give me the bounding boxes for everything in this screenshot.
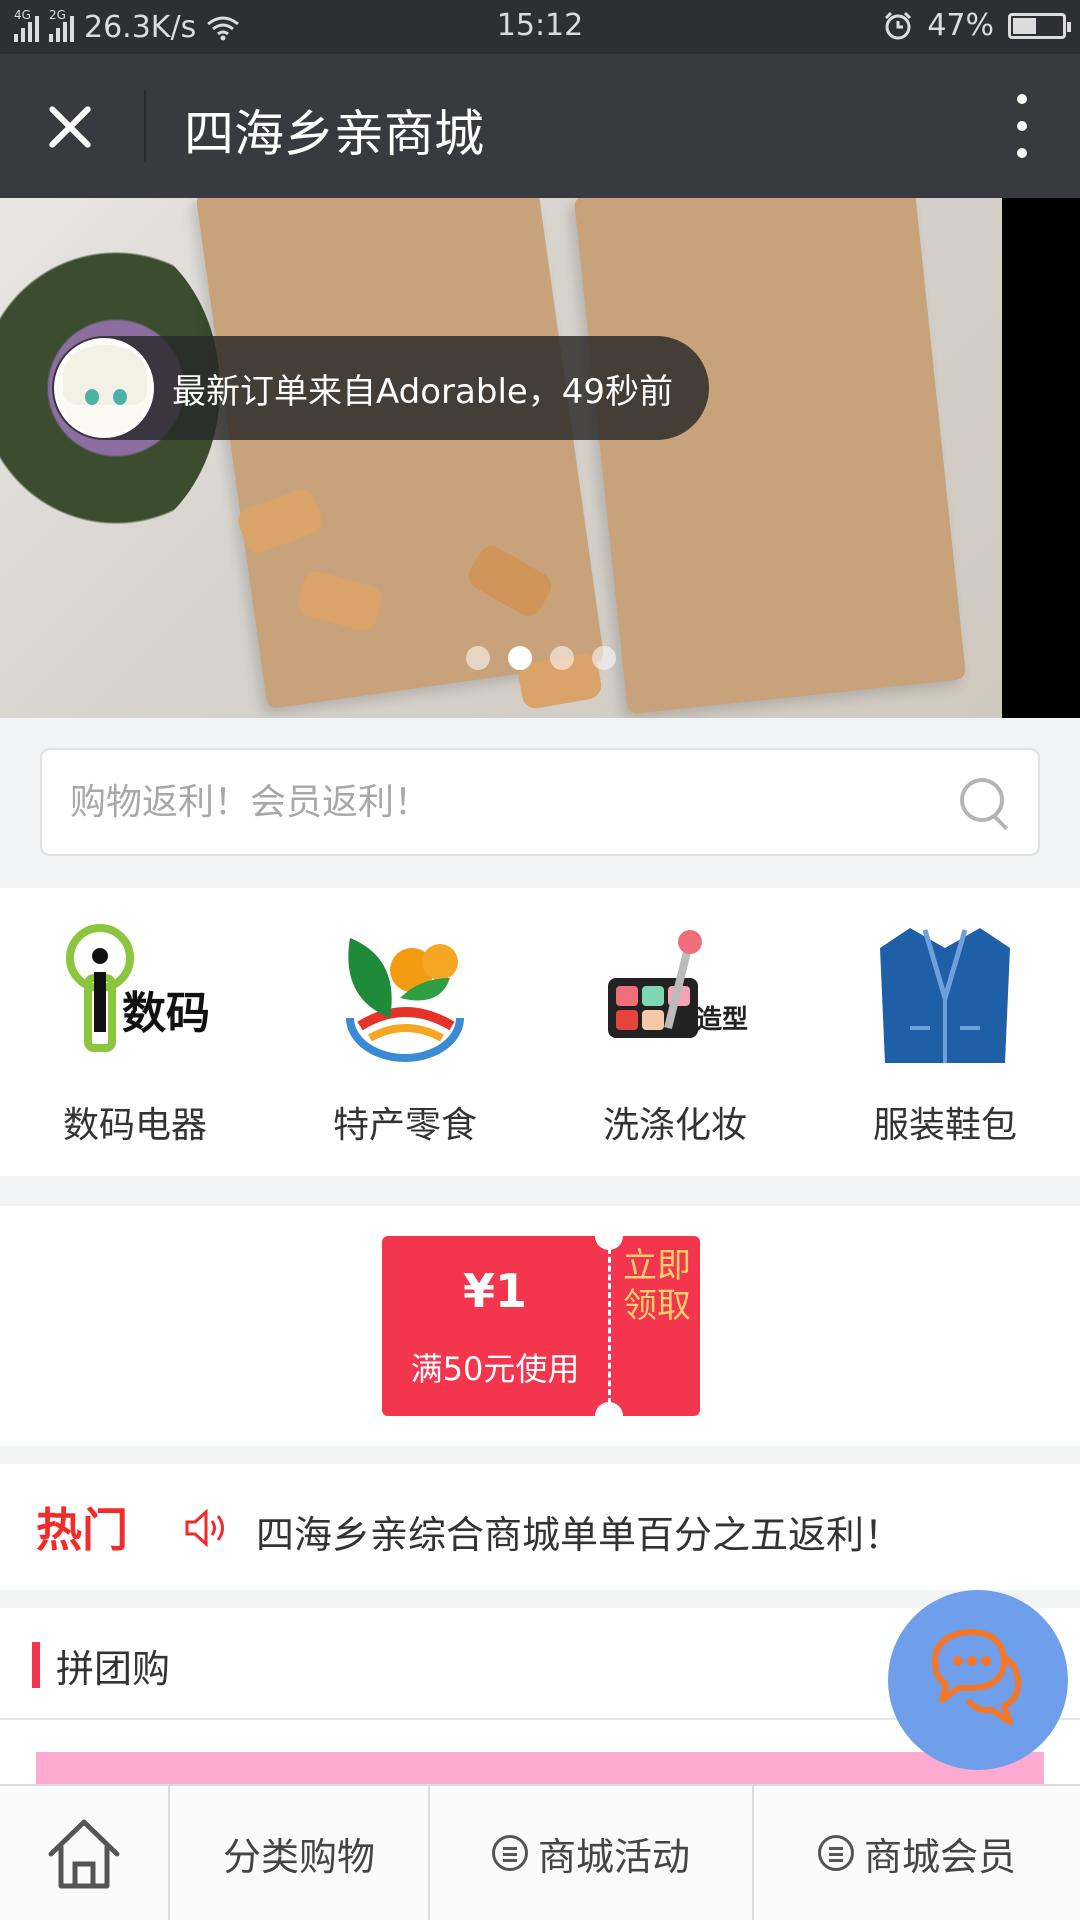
page-title: 四海乡亲商城 bbox=[184, 105, 484, 163]
title-bar: 四海乡亲商城 bbox=[0, 54, 1080, 198]
hot-notice[interactable]: 热门 四海乡亲综合商城单单百分之五返利！ bbox=[0, 1464, 1080, 1590]
category-label: 特产零食 bbox=[332, 1105, 477, 1146]
banner-product-bag bbox=[195, 198, 605, 710]
nav-activity-label: 商城活动 bbox=[537, 1834, 690, 1879]
more-vertical-icon bbox=[1017, 94, 1027, 104]
alarm-icon bbox=[885, 11, 912, 39]
category-label: 洗涤化妆 bbox=[602, 1105, 747, 1146]
banner-image[interactable] bbox=[0, 198, 1002, 718]
divider bbox=[144, 90, 146, 162]
banner-carousel[interactable]: 最新订单来自Adorable，49秒前 bbox=[0, 198, 1080, 718]
banner-product-bag bbox=[573, 198, 967, 715]
category-snacks[interactable]: 特产零食 bbox=[270, 888, 540, 1176]
nav-category[interactable]: 分类购物 bbox=[170, 1786, 430, 1920]
more-button[interactable] bbox=[1010, 94, 1034, 158]
nav-activity[interactable]: 商城活动 bbox=[430, 1786, 754, 1920]
carousel-dot[interactable] bbox=[466, 646, 490, 670]
search-box[interactable] bbox=[40, 748, 1040, 856]
order-notice-text: 最新订单来自Adorable，49秒前 bbox=[172, 371, 674, 412]
coupon-section: ¥1 满50元使用 立即领取 bbox=[0, 1206, 1080, 1446]
avatar bbox=[54, 338, 154, 438]
nav-home[interactable] bbox=[0, 1786, 170, 1920]
chat-button[interactable] bbox=[888, 1590, 1068, 1770]
carousel-indicator bbox=[466, 646, 616, 670]
category-clothing[interactable]: 服装鞋包 bbox=[810, 888, 1080, 1176]
coupon-divider bbox=[608, 1248, 611, 1404]
category-makeup[interactable]: 造型 洗涤化妆 bbox=[540, 888, 810, 1176]
search-icon[interactable] bbox=[960, 778, 1012, 830]
section-accent-bar bbox=[32, 1642, 40, 1688]
hot-label: 热门 bbox=[36, 1503, 128, 1557]
makeup-icon: 造型 bbox=[608, 930, 748, 1038]
carousel-dot[interactable] bbox=[592, 646, 616, 670]
digital-icon: 数码 bbox=[66, 924, 210, 1052]
coupon-card[interactable]: ¥1 满50元使用 立即领取 bbox=[382, 1222, 700, 1430]
search-input[interactable] bbox=[70, 750, 950, 854]
nav-member[interactable]: 商城会员 bbox=[754, 1786, 1080, 1920]
fruit-icon bbox=[346, 938, 464, 1062]
menu-icon bbox=[817, 1835, 854, 1871]
close-button[interactable] bbox=[40, 96, 100, 156]
coupon-amount: ¥1 bbox=[462, 1264, 527, 1318]
carousel-dot[interactable] bbox=[550, 646, 574, 670]
svg-text:造型: 造型 bbox=[696, 1005, 748, 1035]
menu-icon bbox=[491, 1835, 528, 1871]
search-section bbox=[0, 718, 1080, 888]
nav-category-label: 分类购物 bbox=[222, 1834, 375, 1879]
claim-coupon-button[interactable]: 立即领取 bbox=[622, 1246, 692, 1326]
home-icon bbox=[48, 1819, 120, 1889]
carousel-dot[interactable] bbox=[508, 646, 532, 670]
nav-member-label: 商城会员 bbox=[863, 1834, 1016, 1879]
battery-icon bbox=[1008, 12, 1071, 39]
category-digital[interactable]: 数码 数码电器 bbox=[0, 888, 270, 1176]
chat-icon bbox=[932, 1629, 1022, 1725]
category-grid: 数码 数码电器 特产零食 造型 洗涤化妆 服装鞋包 bbox=[0, 888, 1080, 1176]
group-buy-title: 拼团购 bbox=[56, 1647, 171, 1691]
battery-percent: 47% bbox=[927, 8, 994, 43]
category-label: 服装鞋包 bbox=[872, 1105, 1017, 1146]
category-label: 数码电器 bbox=[62, 1105, 207, 1146]
status-bar: 4G 2G 26.3K/s 15:12 47% bbox=[0, 0, 1080, 54]
hot-notice-text: 四海乡亲综合商城单单百分之五返利！ bbox=[256, 1513, 903, 1557]
bottom-nav: 分类购物 商城活动 商城会员 bbox=[0, 1784, 1080, 1920]
suit-icon bbox=[880, 928, 1010, 1063]
latest-order-toast: 最新订单来自Adorable，49秒前 bbox=[52, 336, 710, 440]
coupon-condition: 满50元使用 bbox=[410, 1350, 580, 1388]
speaker-icon bbox=[185, 1508, 224, 1548]
svg-text:数码: 数码 bbox=[122, 988, 210, 1039]
